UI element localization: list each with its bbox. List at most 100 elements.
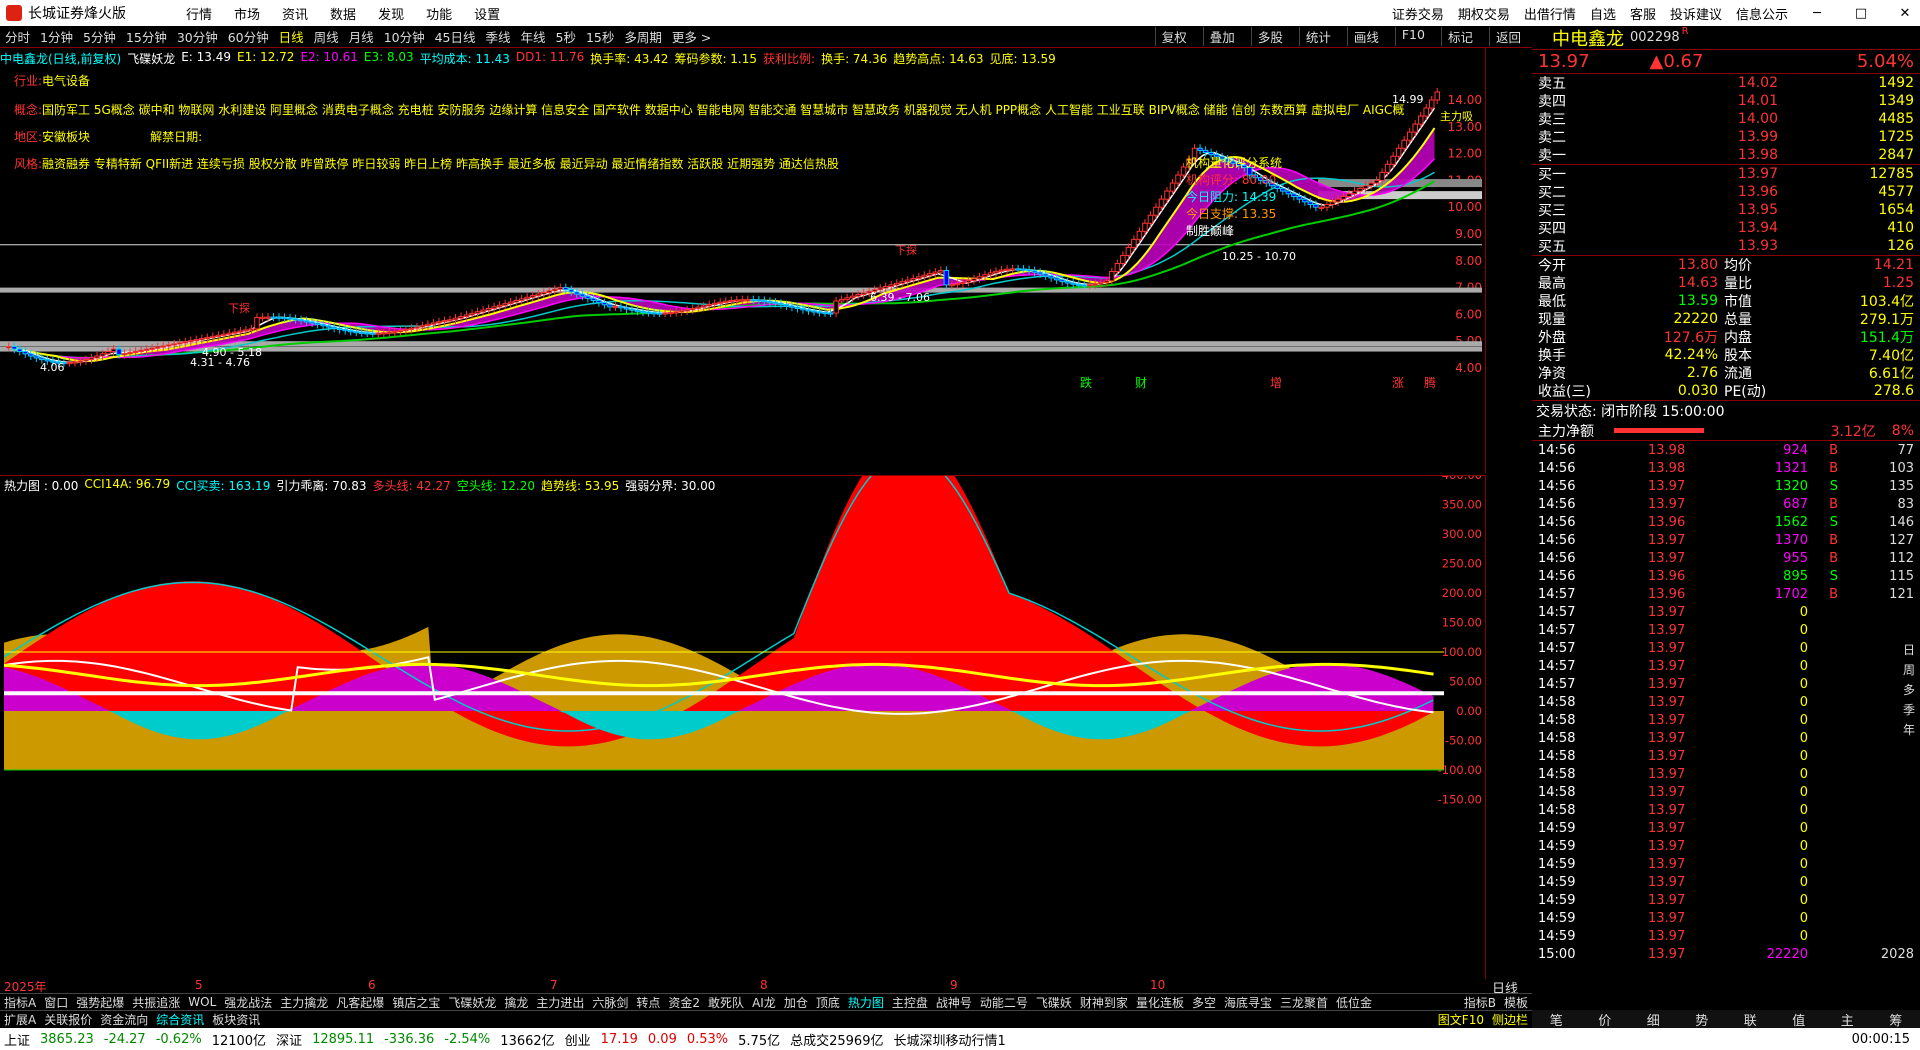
side-period-tab[interactable]: 日 — [1898, 640, 1920, 660]
extension-tab[interactable]: 扩展A — [0, 1011, 40, 1028]
period-tab[interactable]: 多周期 — [624, 27, 662, 46]
menu-item[interactable]: 资讯 — [282, 8, 308, 23]
broker-server[interactable]: 长城深圳移动行情1 — [893, 1030, 1005, 1049]
indicator-tab[interactable]: 六脉剑 — [588, 994, 632, 1011]
indicator-tab[interactable]: 加仓 — [780, 994, 812, 1011]
indicator-tab[interactable]: 多空 — [1188, 994, 1220, 1011]
side-period-tab[interactable]: 季 — [1898, 700, 1920, 720]
indicator-tab[interactable]: 强龙战法 — [220, 994, 276, 1011]
heatmap-indicator-chart[interactable]: 400.00 350.00 300.00 250.00 200.00 150.00 100.… — [0, 438, 1486, 980]
menu-item[interactable]: 行情 — [186, 8, 212, 23]
indicator-tab[interactable]: 飞碟妖 — [1032, 994, 1076, 1011]
menu-item[interactable]: 设置 — [474, 8, 500, 23]
top-link[interactable]: 出借行情 — [1524, 4, 1576, 23]
period-tab[interactable]: 1分钟 — [40, 27, 73, 46]
top-link[interactable]: 信息公示 — [1736, 4, 1788, 23]
bid-row[interactable]: 买四 13.94 410 — [1532, 219, 1920, 237]
ask-row[interactable]: 卖三 14.00 4485 — [1532, 110, 1920, 128]
side-link[interactable]: 侧边栏 — [1488, 1011, 1532, 1028]
period-tab[interactable]: 年线 — [521, 27, 546, 46]
bid-row[interactable]: 买五 13.93 126 — [1532, 237, 1920, 255]
period-tab[interactable]: 季线 — [486, 27, 511, 46]
tool-button[interactable]: 叠加 — [1202, 27, 1241, 46]
indicator-tab[interactable]: 强势起爆 — [72, 994, 128, 1011]
period-tab[interactable]: 15秒 — [586, 27, 614, 46]
bid-row[interactable]: 买二 13.96 4577 — [1532, 183, 1920, 201]
side-period-tab[interactable]: 年 — [1898, 720, 1920, 740]
menu-item[interactable]: 发现 — [378, 8, 404, 23]
period-tab[interactable]: 5分钟 — [83, 27, 116, 46]
indicator-tab[interactable]: WOL — [184, 995, 220, 1009]
close-icon[interactable]: ✕ — [1890, 6, 1920, 21]
period-tab[interactable]: 10分钟 — [384, 27, 425, 46]
menu-item[interactable]: 功能 — [426, 8, 452, 23]
ask-row[interactable]: 卖一 13.98 2847 — [1532, 146, 1920, 164]
bid-row[interactable]: 买一 13.97 12785 — [1532, 165, 1920, 183]
indicator-tab[interactable]: 指标A — [0, 994, 40, 1011]
extension-tab[interactable]: 综合资讯 — [152, 1011, 208, 1028]
top-link[interactable]: 期权交易 — [1458, 4, 1510, 23]
minimize-icon[interactable]: ─ — [1802, 6, 1832, 21]
indicator-tab[interactable]: 转点 — [632, 994, 664, 1011]
indicator-tab[interactable]: 低位金 — [1332, 994, 1376, 1011]
indicator-tab[interactable]: AI龙 — [748, 994, 780, 1011]
detail-tab[interactable]: 细 — [1647, 1010, 1660, 1029]
detail-tab[interactable]: 联 — [1744, 1010, 1757, 1029]
period-tab[interactable]: 更多 > — [672, 27, 711, 46]
indicator-tab[interactable]: 顶底 — [812, 994, 844, 1011]
indicator-tab[interactable]: 敢死队 — [704, 994, 748, 1011]
detail-tab[interactable]: 主 — [1841, 1010, 1854, 1029]
detail-tab[interactable]: 势 — [1695, 1010, 1708, 1029]
indicator-tab[interactable]: 热力图 — [844, 994, 888, 1011]
ask-row[interactable]: 卖四 14.01 1349 — [1532, 92, 1920, 110]
indicator-tab[interactable]: 海底寻宝 — [1220, 994, 1276, 1011]
sh-index-name[interactable]: 上证 — [4, 1030, 30, 1049]
period-tab[interactable]: 5秒 — [556, 27, 576, 46]
indicator-tab[interactable]: 资金2 — [664, 994, 704, 1011]
indicator-tab[interactable]: 战神号 — [932, 994, 976, 1011]
indicator-tab[interactable]: 共振追涨 — [128, 994, 184, 1011]
heatmap-canvas[interactable]: 400.00 350.00 300.00 250.00 200.00 150.00 100.… — [0, 438, 1486, 980]
tick-list[interactable]: 14:56 13.98 924 B 77 14:56 13.98 1321 B 103 14:56 1… — [1532, 441, 1920, 963]
indicator-tab[interactable]: 擒龙 — [500, 994, 532, 1011]
tool-button[interactable]: 画线 — [1346, 27, 1385, 46]
template-tab[interactable]: 指标B — [1460, 994, 1500, 1011]
extension-tab[interactable]: 板块资讯 — [208, 1011, 264, 1028]
period-tab[interactable]: 15分钟 — [126, 27, 167, 46]
period-tab[interactable]: 45日线 — [435, 27, 476, 46]
indicator-tab[interactable]: 三龙聚首 — [1276, 994, 1332, 1011]
menu-item[interactable]: 数据 — [330, 8, 356, 23]
side-link[interactable]: 图文F10 — [1434, 1011, 1488, 1028]
indicator-tab[interactable]: 量化连板 — [1132, 994, 1188, 1011]
indicator-tab[interactable]: 主控盘 — [888, 994, 932, 1011]
extension-tab[interactable]: 关联报价 — [40, 1011, 96, 1028]
ask-row[interactable]: 卖五 14.02 1492 — [1532, 74, 1920, 92]
tool-button[interactable]: 返回 — [1488, 27, 1527, 46]
indicator-tab[interactable]: 飞碟妖龙 — [444, 994, 500, 1011]
top-link[interactable]: 自选 — [1590, 4, 1616, 23]
period-tab[interactable]: 周线 — [314, 27, 339, 46]
side-period-tab[interactable]: 多 — [1898, 680, 1920, 700]
detail-tab[interactable]: 价 — [1598, 1010, 1611, 1029]
tool-button[interactable]: 多股 — [1250, 27, 1289, 46]
period-tab[interactable]: 日线 — [279, 27, 304, 46]
tool-button[interactable]: 复权 — [1154, 27, 1193, 46]
extension-tab[interactable]: 资金流向 — [96, 1011, 152, 1028]
indicator-tab[interactable]: 主力擒龙 — [276, 994, 332, 1011]
template-tab[interactable]: 模板 — [1500, 994, 1532, 1011]
indicator-tab[interactable]: 镇店之宝 — [388, 994, 444, 1011]
side-period-tab[interactable]: 周 — [1898, 660, 1920, 680]
period-tab[interactable]: 月线 — [349, 27, 374, 46]
ask-row[interactable]: 卖二 13.99 1725 — [1532, 128, 1920, 146]
period-tab[interactable]: 30分钟 — [177, 27, 218, 46]
indicator-tab[interactable]: 主力进出 — [532, 994, 588, 1011]
indicator-tab[interactable]: 窗口 — [40, 994, 72, 1011]
top-link[interactable]: 客服 — [1630, 4, 1656, 23]
tool-button[interactable]: F10 — [1394, 27, 1431, 46]
detail-tab[interactable]: 筹 — [1889, 1010, 1902, 1029]
maximize-icon[interactable]: □ — [1846, 6, 1876, 21]
tool-button[interactable]: 标记 — [1440, 27, 1479, 46]
detail-tab[interactable]: 笔 — [1550, 1010, 1563, 1029]
tool-button[interactable]: 统计 — [1298, 27, 1337, 46]
detail-tab[interactable]: 值 — [1792, 1010, 1805, 1029]
